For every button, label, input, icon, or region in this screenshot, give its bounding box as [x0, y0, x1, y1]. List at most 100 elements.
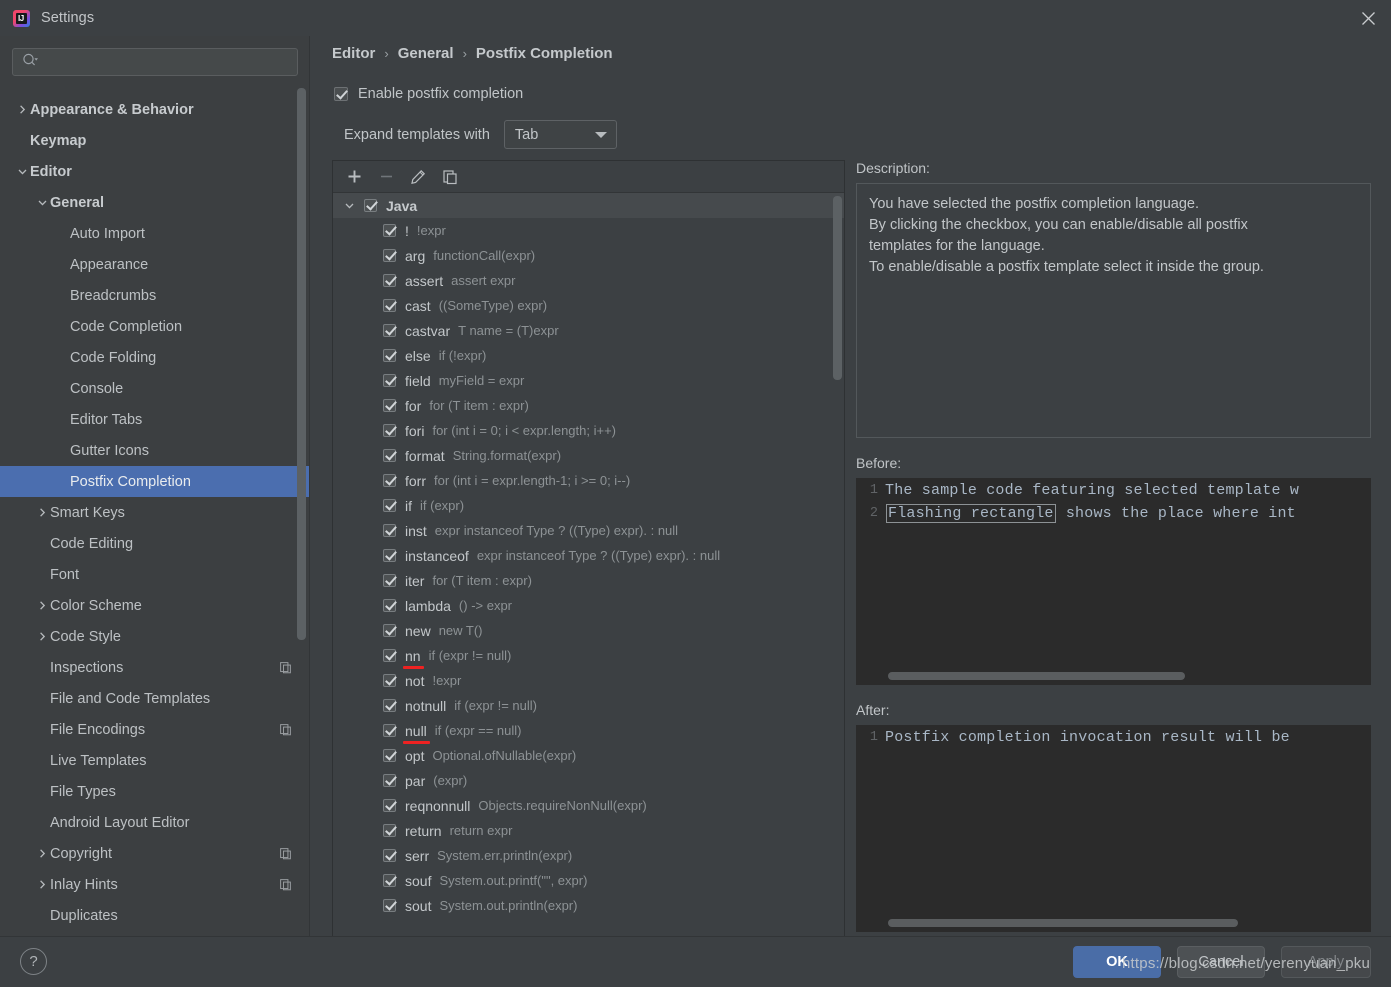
- before-code-box[interactable]: 1 The sample code featuring selected temp…: [856, 478, 1371, 685]
- chevron-down-icon[interactable]: [14, 166, 30, 177]
- sidebar-item-font[interactable]: Font: [0, 559, 310, 590]
- chevron-right-icon[interactable]: [34, 848, 50, 859]
- sidebar-item-code-completion[interactable]: Code Completion: [0, 311, 310, 342]
- after-horizontal-scrollbar[interactable]: [888, 919, 1238, 927]
- templates-list[interactable]: Java! !expr arg functionCall(expr) assert ass…: [333, 193, 844, 941]
- sidebar-item-inlay-hints[interactable]: Inlay Hints: [0, 869, 310, 900]
- template-row[interactable]: cast ((SomeType) expr): [333, 293, 844, 318]
- sidebar-item-smart-keys[interactable]: Smart Keys: [0, 497, 310, 528]
- template-row[interactable]: for for (T item : expr): [333, 393, 844, 418]
- breadcrumb-item[interactable]: Postfix Completion: [476, 45, 613, 62]
- template-checkbox[interactable]: [383, 574, 396, 587]
- template-checkbox[interactable]: [383, 799, 396, 812]
- template-checkbox[interactable]: [383, 649, 396, 662]
- plus-icon[interactable]: [341, 164, 367, 190]
- sidebar-item-android-layout-editor[interactable]: Android Layout Editor: [0, 807, 310, 838]
- sidebar-scrollbar[interactable]: [297, 88, 306, 936]
- chevron-right-icon[interactable]: [34, 600, 50, 611]
- template-row[interactable]: inst expr instanceof Type ? ((Type) expr)…: [333, 518, 844, 543]
- sidebar-item-console[interactable]: Console: [0, 373, 310, 404]
- template-checkbox[interactable]: [383, 474, 396, 487]
- ok-button[interactable]: OK: [1073, 946, 1161, 978]
- template-row[interactable]: arg functionCall(expr): [333, 243, 844, 268]
- sidebar-item-copyright[interactable]: Copyright: [0, 838, 310, 869]
- template-checkbox[interactable]: [383, 549, 396, 562]
- template-checkbox[interactable]: [383, 724, 396, 737]
- before-horizontal-scrollbar[interactable]: [888, 672, 1185, 680]
- sidebar-item-appearance-behavior[interactable]: Appearance & Behavior: [0, 94, 310, 125]
- chevron-down-icon[interactable]: [341, 200, 357, 211]
- template-checkbox[interactable]: [383, 449, 396, 462]
- template-row[interactable]: if if (expr): [333, 493, 844, 518]
- template-row[interactable]: nn if (expr != null): [333, 643, 844, 669]
- template-row[interactable]: format String.format(expr): [333, 443, 844, 468]
- template-group-row[interactable]: Java: [333, 193, 844, 218]
- search-input[interactable]: [39, 53, 297, 71]
- template-checkbox[interactable]: [383, 774, 396, 787]
- template-row[interactable]: forr for (int i = expr.length-1; i >= 0; …: [333, 468, 844, 493]
- sidebar-item-breadcrumbs[interactable]: Breadcrumbs: [0, 280, 310, 311]
- template-checkbox[interactable]: [383, 899, 396, 912]
- template-checkbox[interactable]: [383, 424, 396, 437]
- template-row[interactable]: souf System.out.printf("", expr): [333, 868, 844, 893]
- sidebar-item-inspections[interactable]: Inspections: [0, 652, 310, 683]
- template-row[interactable]: notnull if (expr != null): [333, 693, 844, 718]
- search-box[interactable]: [12, 48, 298, 76]
- template-row[interactable]: return return expr: [333, 818, 844, 843]
- template-row[interactable]: new new T(): [333, 618, 844, 643]
- templates-scrollbar-thumb[interactable]: [833, 196, 842, 380]
- template-row[interactable]: fori for (int i = 0; i < expr.length; i++…: [333, 418, 844, 443]
- template-checkbox[interactable]: [383, 599, 396, 612]
- help-button[interactable]: ?: [20, 948, 47, 975]
- chevron-right-icon[interactable]: [14, 104, 30, 115]
- enable-postfix-completion-checkbox[interactable]: [334, 87, 348, 101]
- template-checkbox[interactable]: [383, 249, 396, 262]
- chevron-right-icon[interactable]: [34, 879, 50, 890]
- after-code-box[interactable]: 1 Postfix completion invocation result wi…: [856, 725, 1371, 932]
- sidebar-item-file-types[interactable]: File Types: [0, 776, 310, 807]
- template-checkbox[interactable]: [383, 399, 396, 412]
- sidebar-item-live-templates[interactable]: Live Templates: [0, 745, 310, 776]
- template-row[interactable]: not !expr: [333, 668, 844, 693]
- cancel-button[interactable]: Cancel: [1177, 946, 1265, 978]
- template-row[interactable]: lambda () -> expr: [333, 593, 844, 618]
- breadcrumb-item[interactable]: Editor: [332, 45, 375, 62]
- template-row[interactable]: null if (expr == null): [333, 718, 844, 744]
- template-checkbox[interactable]: [383, 299, 396, 312]
- template-row[interactable]: serr System.err.println(expr): [333, 843, 844, 868]
- template-checkbox[interactable]: [383, 849, 396, 862]
- template-checkbox[interactable]: [383, 749, 396, 762]
- chevron-right-icon[interactable]: [34, 631, 50, 642]
- sidebar-item-editor[interactable]: Editor: [0, 156, 310, 187]
- template-checkbox[interactable]: [383, 524, 396, 537]
- expand-templates-select[interactable]: Tab: [503, 120, 617, 149]
- template-group-checkbox[interactable]: [364, 199, 377, 212]
- template-row[interactable]: reqnonnull Objects.requireNonNull(expr): [333, 793, 844, 818]
- template-row[interactable]: assert assert expr: [333, 268, 844, 293]
- template-row[interactable]: field myField = expr: [333, 368, 844, 393]
- sidebar-item-auto-import[interactable]: Auto Import: [0, 218, 310, 249]
- sidebar-item-gutter-icons[interactable]: Gutter Icons: [0, 435, 310, 466]
- template-row[interactable]: par (expr): [333, 768, 844, 793]
- template-row[interactable]: instanceof expr instanceof Type ? ((Type)…: [333, 543, 844, 568]
- template-checkbox[interactable]: [383, 499, 396, 512]
- breadcrumb-item[interactable]: General: [398, 45, 454, 62]
- template-checkbox[interactable]: [383, 674, 396, 687]
- template-row[interactable]: opt Optional.ofNullable(expr): [333, 743, 844, 768]
- template-checkbox[interactable]: [383, 224, 396, 237]
- sidebar-item-keymap[interactable]: Keymap: [0, 125, 310, 156]
- sidebar-item-file-and-code-templates[interactable]: File and Code Templates: [0, 683, 310, 714]
- copy-icon[interactable]: [437, 164, 463, 190]
- pencil-icon[interactable]: [405, 164, 431, 190]
- template-checkbox[interactable]: [383, 624, 396, 637]
- sidebar-item-file-encodings[interactable]: File Encodings: [0, 714, 310, 745]
- template-checkbox[interactable]: [383, 349, 396, 362]
- sidebar-item-postfix-completion[interactable]: Postfix Completion: [0, 466, 310, 497]
- enable-postfix-completion-row[interactable]: Enable postfix completion: [334, 86, 523, 102]
- template-checkbox[interactable]: [383, 874, 396, 887]
- sidebar-item-editor-tabs[interactable]: Editor Tabs: [0, 404, 310, 435]
- chevron-right-icon[interactable]: [34, 507, 50, 518]
- chevron-down-icon[interactable]: [34, 197, 50, 208]
- template-checkbox[interactable]: [383, 824, 396, 837]
- sidebar-item-code-editing[interactable]: Code Editing: [0, 528, 310, 559]
